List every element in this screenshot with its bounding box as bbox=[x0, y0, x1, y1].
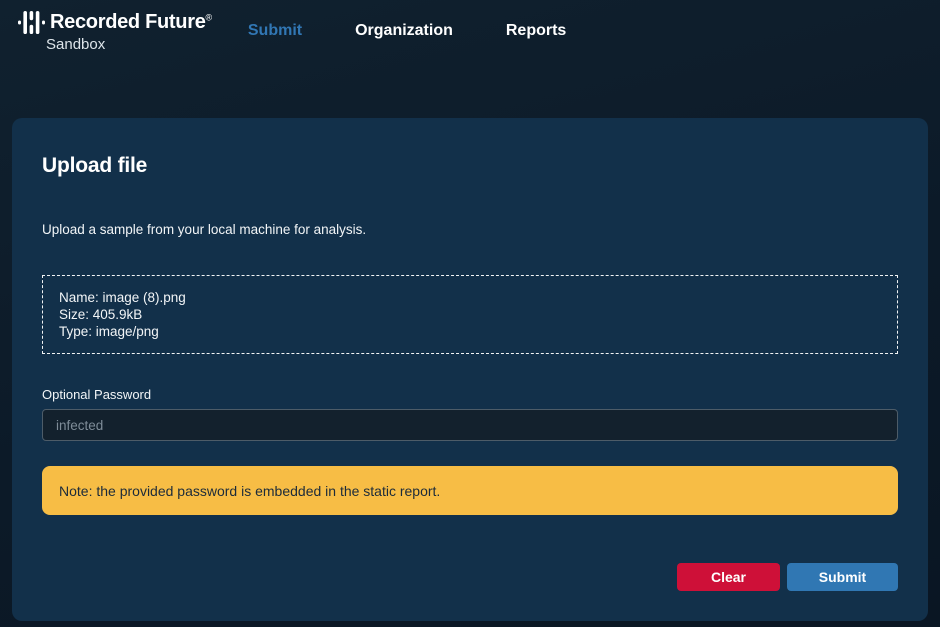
password-label: Optional Password bbox=[42, 387, 898, 402]
nav-item-submit[interactable]: Submit bbox=[248, 22, 302, 40]
brand-product-label: Sandbox bbox=[46, 36, 212, 53]
nav-item-organization[interactable]: Organization bbox=[355, 22, 453, 40]
file-type: Type: image/png bbox=[59, 323, 881, 340]
page-title: Upload file bbox=[42, 154, 898, 178]
note-text: Note: the provided password is embedded … bbox=[59, 483, 440, 499]
submit-button[interactable]: Submit bbox=[787, 563, 898, 591]
upload-card: Upload file Upload a sample from your lo… bbox=[12, 118, 928, 621]
file-name: Name: image (8).png bbox=[59, 289, 881, 306]
file-size: Size: 405.9kB bbox=[59, 306, 881, 323]
trademark-symbol: ® bbox=[206, 12, 212, 22]
note-banner: Note: the provided password is embedded … bbox=[42, 466, 898, 515]
main-nav: Submit Organization Reports bbox=[248, 10, 566, 40]
brand-name: Recorded Future® bbox=[50, 11, 212, 34]
upload-description: Upload a sample from your local machine … bbox=[42, 222, 898, 237]
file-info-box: Name: image (8).png Size: 405.9kB Type: … bbox=[42, 275, 898, 354]
top-nav: Recorded Future® Sandbox Submit Organiza… bbox=[0, 0, 940, 85]
recorded-future-logo-icon bbox=[18, 11, 45, 34]
nav-item-reports[interactable]: Reports bbox=[506, 22, 566, 40]
password-input[interactable] bbox=[42, 409, 898, 441]
clear-button[interactable]: Clear bbox=[677, 563, 780, 591]
brand-block: Recorded Future® Sandbox bbox=[18, 10, 212, 53]
action-buttons-row: Clear Submit bbox=[42, 563, 898, 591]
